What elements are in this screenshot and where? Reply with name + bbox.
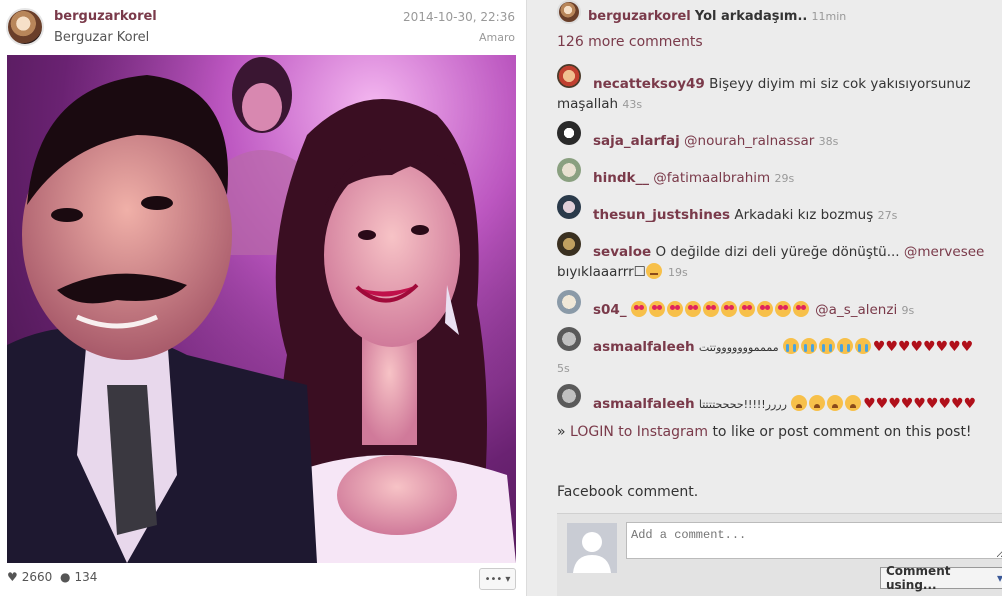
comment-mention[interactable]: @a_s_alenzi bbox=[815, 302, 897, 318]
author-full-name: Berguzar Korel bbox=[54, 30, 150, 45]
photo-illustration bbox=[7, 55, 516, 563]
login-suffix: to like or post comment on this post! bbox=[712, 424, 972, 440]
comment-time: 27s bbox=[877, 209, 898, 222]
heart-eyes-icon bbox=[738, 301, 755, 317]
comment-time: 19s bbox=[668, 266, 688, 279]
comment-mention[interactable]: @fatimaalbrahim bbox=[653, 170, 770, 186]
heart-eyes-icon bbox=[648, 301, 665, 317]
comments-panel: berguzarkorel Yol arkadaşım.. 11min 126 … bbox=[527, 0, 1002, 596]
broken-heart-icons: ♥♥♥♥♥♥♥♥♥ bbox=[863, 396, 977, 412]
facebook-comment-title: Facebook comment. bbox=[557, 484, 699, 500]
caption-username[interactable]: berguzarkorel bbox=[588, 9, 691, 24]
more-options-button[interactable]: ••• ▾ bbox=[479, 568, 516, 590]
heart-eyes-icon bbox=[630, 301, 647, 317]
filter-name: Amaro bbox=[479, 31, 515, 44]
comment-item: hindk__ @fatimaalbrahim 29s bbox=[557, 168, 1002, 189]
comment-using-button[interactable]: Comment using... ▾ bbox=[880, 564, 1002, 592]
crying-emoji-row bbox=[782, 338, 873, 355]
heart-eyes-icon bbox=[756, 301, 773, 317]
weary-face-icon bbox=[791, 395, 808, 411]
comment-text: Arkadaki kız bozmuş bbox=[734, 207, 874, 223]
relieved-face-icon bbox=[645, 263, 662, 279]
comment-item: saja_alarfaj @nourah_ralnassar 38s bbox=[557, 131, 1002, 152]
heart-eyes-icon bbox=[666, 301, 683, 317]
crying-face-icon bbox=[854, 338, 871, 354]
author-username[interactable]: berguzarkorel bbox=[54, 9, 157, 24]
speech-bubble-icon: ● bbox=[60, 570, 71, 584]
heart-icon: ♥ bbox=[7, 570, 18, 584]
login-prompt: » LOGIN to Instagram to like or post com… bbox=[557, 424, 972, 440]
comment-username[interactable]: sevaloe bbox=[593, 244, 651, 260]
comment-item: asmaalfaleeh مممموووووووتتت ♥♥♥♥♥♥♥♥ 5s bbox=[557, 337, 1002, 379]
comment-mention[interactable]: @mervesee bbox=[904, 244, 984, 260]
comment-item: sevaloe O değilde dizi deli yüreğe dönüş… bbox=[557, 242, 1002, 283]
weary-face-icon bbox=[827, 395, 844, 411]
comment-item: necatteksoy49 Bişeyy diyim mi siz cok ya… bbox=[557, 74, 1002, 115]
broken-heart-icons: ♥♥♥♥♥♥♥♥ bbox=[872, 339, 974, 355]
comment-username[interactable]: necatteksoy49 bbox=[593, 76, 705, 92]
comment-username[interactable]: asmaalfaleeh bbox=[593, 339, 695, 355]
caption-text: Yol arkadaşım.. bbox=[694, 9, 808, 24]
crying-face-icon bbox=[836, 338, 853, 354]
chevron-down-icon: ▾ bbox=[996, 571, 1002, 585]
post-photo[interactable] bbox=[7, 55, 516, 563]
comment-text-continued: bıyıklaaarrr☐ bbox=[557, 264, 646, 280]
post-date: 2014-10-30, 22:36 bbox=[403, 10, 515, 24]
weary-emoji-row bbox=[791, 395, 863, 412]
heart-eyes-icon bbox=[684, 301, 701, 317]
caption-avatar[interactable] bbox=[557, 0, 581, 24]
comment-username[interactable]: hindk__ bbox=[593, 170, 649, 186]
comment-item: thesun_justshines Arkadaki kız bozmuş 27… bbox=[557, 205, 1002, 226]
comment-text: رررر!!!!!ححححتتتتا bbox=[698, 398, 787, 411]
caption: berguzarkorel Yol arkadaşım.. 11min bbox=[588, 9, 846, 24]
comment-username[interactable]: asmaalfaleeh bbox=[593, 396, 695, 412]
comment-item: s04_ @a_s_alenzi 9s bbox=[557, 300, 1002, 321]
heart-eyes-icon bbox=[720, 301, 737, 317]
comment-text: Bişeyy diyim mi siz cok yakısıyorsunuz bbox=[709, 76, 971, 92]
login-prefix: » bbox=[557, 424, 566, 440]
caption-time: 11min bbox=[811, 10, 847, 23]
comment-mention[interactable]: @nourah_ralnassar bbox=[684, 133, 814, 149]
login-link[interactable]: LOGIN to Instagram bbox=[570, 424, 708, 440]
comment-time: 5s bbox=[557, 362, 570, 375]
comment-username[interactable]: thesun_justshines bbox=[593, 207, 730, 223]
comment-text: O değilde dizi deli yüreğe dönüştü... bbox=[655, 244, 900, 260]
weary-face-icon bbox=[809, 395, 826, 411]
comment-item: asmaalfaleeh رررر!!!!!ححححتتتتا ♥♥♥♥♥♥♥♥… bbox=[557, 394, 1002, 415]
crying-face-icon bbox=[782, 338, 799, 354]
heart-eyes-icon bbox=[702, 301, 719, 317]
crying-face-icon bbox=[818, 338, 835, 354]
comments-count[interactable]: ● 134 bbox=[60, 570, 97, 584]
heart-eyes-icon bbox=[792, 301, 809, 317]
facebook-comment-box: Comment using... ▾ bbox=[557, 513, 1002, 596]
comment-text: مممموووووووتتت bbox=[698, 341, 779, 354]
comment-time: 9s bbox=[901, 304, 915, 317]
post-panel: berguzarkorel Berguzar Korel 2014-10-30,… bbox=[0, 0, 527, 596]
default-avatar-icon bbox=[567, 523, 617, 573]
comment-time: 38s bbox=[818, 135, 839, 148]
comment-text-continued: maşallah bbox=[557, 96, 619, 112]
comment-time: 43s bbox=[622, 98, 643, 111]
weary-face-icon bbox=[845, 395, 862, 411]
more-comments-link[interactable]: 126 more comments bbox=[557, 34, 703, 50]
author-avatar[interactable] bbox=[6, 8, 44, 46]
comments-value: 134 bbox=[74, 570, 98, 584]
comment-time: 29s bbox=[774, 172, 795, 185]
facebook-comment-input[interactable] bbox=[626, 522, 1002, 559]
comment-using-label: Comment using... bbox=[886, 564, 951, 592]
chevron-down-icon: ▾ bbox=[505, 573, 511, 585]
crying-face-icon bbox=[800, 338, 817, 354]
likes-value: 2660 bbox=[21, 570, 53, 584]
heart-eyes-emoji-row bbox=[630, 301, 811, 318]
heart-eyes-icon bbox=[774, 301, 791, 317]
likes-count[interactable]: ♥ 2660 bbox=[7, 570, 52, 584]
more-options-label: ••• bbox=[484, 573, 503, 585]
comment-username[interactable]: s04_ bbox=[593, 302, 627, 318]
comment-username[interactable]: saja_alarfaj bbox=[593, 133, 680, 149]
